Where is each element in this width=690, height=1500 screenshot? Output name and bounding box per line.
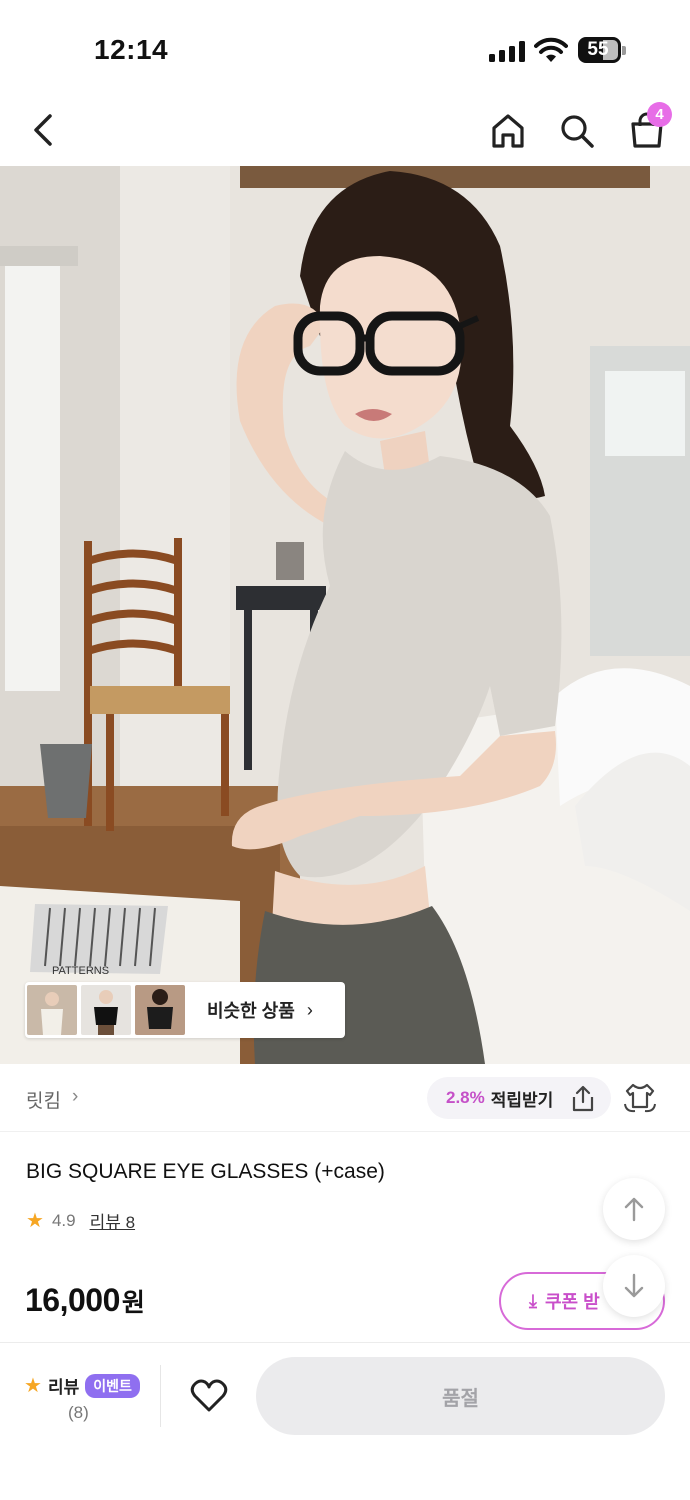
event-badge: 이벤트 [85,1373,140,1398]
divider [160,1365,161,1427]
virtual-fitting-icon[interactable] [623,1082,657,1114]
similar-products-label: 비슷한 상품 [207,1001,295,1021]
reviews-link[interactable]: 리뷰 8 [90,1208,135,1233]
arrow-up-icon [624,1197,644,1222]
scroll-up-button[interactable] [603,1178,665,1240]
arrow-down-icon [624,1273,644,1298]
similar-thumbnail [27,985,77,1035]
sold-out-button[interactable]: 품절 [256,1357,665,1435]
battery-level: 55 [587,39,609,60]
product-rating: ★ 4.9 리뷰 8 [26,1208,135,1233]
back-icon[interactable] [26,110,60,150]
similar-thumbnails [25,985,185,1035]
book-text: PATTERNS [52,965,109,977]
bottom-action-bar: ★ 리뷰 이벤트 (8) 품절 [0,1342,690,1500]
product-price: 16,000원 [25,1282,145,1319]
coupon-label: 쿠폰 받 [544,1292,600,1312]
review-event-button[interactable]: ★ 리뷰 이벤트 [24,1373,140,1398]
cellular-signal-icon [489,40,525,62]
similar-products-button[interactable]: 비슷한 상품 › [25,982,345,1038]
chevron-right-icon: › [72,1086,79,1107]
product-title: BIG SQUARE EYE GLASSES (+case) [26,1160,385,1183]
similar-thumbnail [81,985,131,1035]
chevron-right-icon: › [306,999,313,1020]
product-image[interactable]: PATTERNS [0,166,690,1064]
status-time: 12:14 [94,34,169,65]
wifi-icon [534,37,568,62]
cart-count-badge: 4 [647,102,672,127]
star-icon: ★ [26,1210,44,1232]
review-label: 리뷰 [47,1378,80,1397]
price-currency: 원 [121,1289,145,1317]
reward-percent: 2.8% [446,1088,485,1107]
star-icon: ★ [24,1375,42,1397]
heart-icon[interactable] [190,1379,228,1413]
battery-icon: 55 [578,37,626,63]
download-icon: ⤓ [529,1290,537,1311]
home-icon[interactable] [490,112,526,150]
reward-label: 적립받기 [490,1090,554,1110]
shop-name-link[interactable]: 릿킴 [26,1086,61,1113]
reward-button[interactable]: 2.8% 적립받기 [427,1077,611,1119]
review-count: (8) [68,1403,89,1422]
rating-score: 4.9 [51,1210,76,1230]
price-value: 16,000 [25,1282,120,1318]
similar-thumbnail [135,985,185,1035]
scroll-down-button[interactable] [603,1255,665,1317]
product-photo: PATTERNS [0,166,690,1064]
share-icon[interactable] [569,1085,597,1113]
top-nav: 4 [0,96,690,166]
shop-row: 릿킴 › 2.8% 적립받기 [0,1064,690,1132]
search-icon[interactable] [558,112,596,150]
status-bar: 12:14 55 [0,0,690,96]
